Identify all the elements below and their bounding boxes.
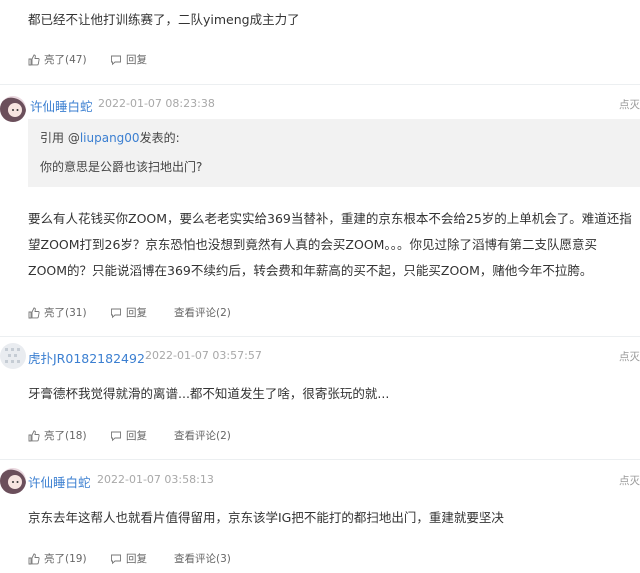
avatar[interactable]	[0, 468, 26, 494]
avatar[interactable]	[0, 343, 26, 369]
reply-icon	[111, 55, 121, 65]
quote-block: 引用 @liupang00发表的: 你的意思是公爵也该扫地出门?	[28, 119, 640, 187]
quoted-username-link[interactable]: liupang00	[80, 131, 140, 145]
reply-icon	[111, 431, 121, 441]
reply-button[interactable]: 回复	[110, 551, 147, 566]
quote-text: 你的意思是公爵也该扫地出门?	[40, 160, 203, 174]
reply-icon	[111, 554, 121, 564]
like-label: 亮了(19)	[44, 553, 87, 565]
username[interactable]: 许仙睡白蛇	[30, 96, 93, 115]
like-button[interactable]: 亮了(18)	[28, 428, 87, 443]
thumbs-up-icon	[28, 54, 40, 65]
thumbs-up-icon	[28, 307, 40, 318]
comment-text: 都已经不让他打训练赛了，二队yimeng成主力了	[28, 12, 300, 27]
like-button[interactable]: 亮了(31)	[28, 305, 87, 320]
divider	[0, 84, 640, 85]
timestamp: 2022-01-07 03:57:57	[145, 349, 262, 362]
reply-icon	[111, 308, 121, 318]
timestamp: 2022-01-07 03:58:13	[97, 473, 214, 486]
view-comments-link[interactable]: 查看评论(2)	[174, 305, 231, 320]
default-avatar-icon	[0, 343, 26, 369]
reply-label: 回复	[126, 307, 147, 319]
like-button[interactable]: 亮了(47)	[28, 52, 87, 67]
reply-button[interactable]: 回复	[110, 52, 147, 67]
quote-prefix: 引用 @	[40, 131, 80, 145]
comment-text: 要么有人花钱买你ZOOM，要么老老实实给369当替补，重建的京东根本不会给25岁…	[28, 206, 632, 284]
divider	[0, 336, 640, 337]
comment-line: ZOOM的？只能说滔博在369不续约后，转会费和年薪高的买不起，只能买ZOOM，…	[28, 263, 593, 278]
like-label: 亮了(18)	[44, 430, 87, 442]
comment-text: 京东去年这帮人也就看片值得留用，京东该学IG把不能打的都扫地出门，重建就要坚决	[28, 510, 504, 525]
view-comments-link[interactable]: 查看评论(2)	[174, 428, 231, 443]
quote-header: 引用 @liupang00发表的:	[40, 129, 180, 146]
like-button[interactable]: 亮了(19)	[28, 551, 87, 566]
avatar[interactable]	[0, 96, 26, 122]
comment-line: 要么有人花钱买你ZOOM，要么老老实实给369当替补，重建的京东根本不会给25岁…	[28, 211, 632, 226]
reply-label: 回复	[126, 54, 147, 66]
reply-button[interactable]: 回复	[110, 428, 147, 443]
thumbs-up-icon	[28, 553, 40, 564]
thumbs-up-icon	[28, 430, 40, 441]
view-comments-link[interactable]: 查看评论(3)	[174, 551, 231, 566]
avatar-image	[0, 468, 26, 494]
reply-label: 回复	[126, 430, 147, 442]
reply-button[interactable]: 回复	[110, 305, 147, 320]
like-label: 亮了(31)	[44, 307, 87, 319]
avatar-image	[0, 96, 26, 122]
username[interactable]: 虎扑JR0182182492	[28, 348, 145, 367]
like-label: 亮了(47)	[44, 54, 87, 66]
report-link[interactable]: 点灭	[619, 473, 640, 488]
username[interactable]: 许仙睡白蛇	[28, 472, 91, 491]
report-link[interactable]: 点灭	[619, 97, 640, 112]
divider	[0, 459, 640, 460]
comment-line: 望ZOOM打到26岁？京东恐怕也没想到竟然有人真的会买ZOOM。。。你见过除了滔…	[28, 237, 597, 252]
report-link[interactable]: 点灭	[619, 349, 640, 364]
reply-label: 回复	[126, 553, 147, 565]
quote-suffix: 发表的:	[139, 131, 180, 145]
comment-text: 牙膏德杯我觉得就滑的离谱...都不知道发生了啥，很寄张玩的就...	[28, 386, 390, 401]
timestamp: 2022-01-07 08:23:38	[98, 97, 215, 110]
